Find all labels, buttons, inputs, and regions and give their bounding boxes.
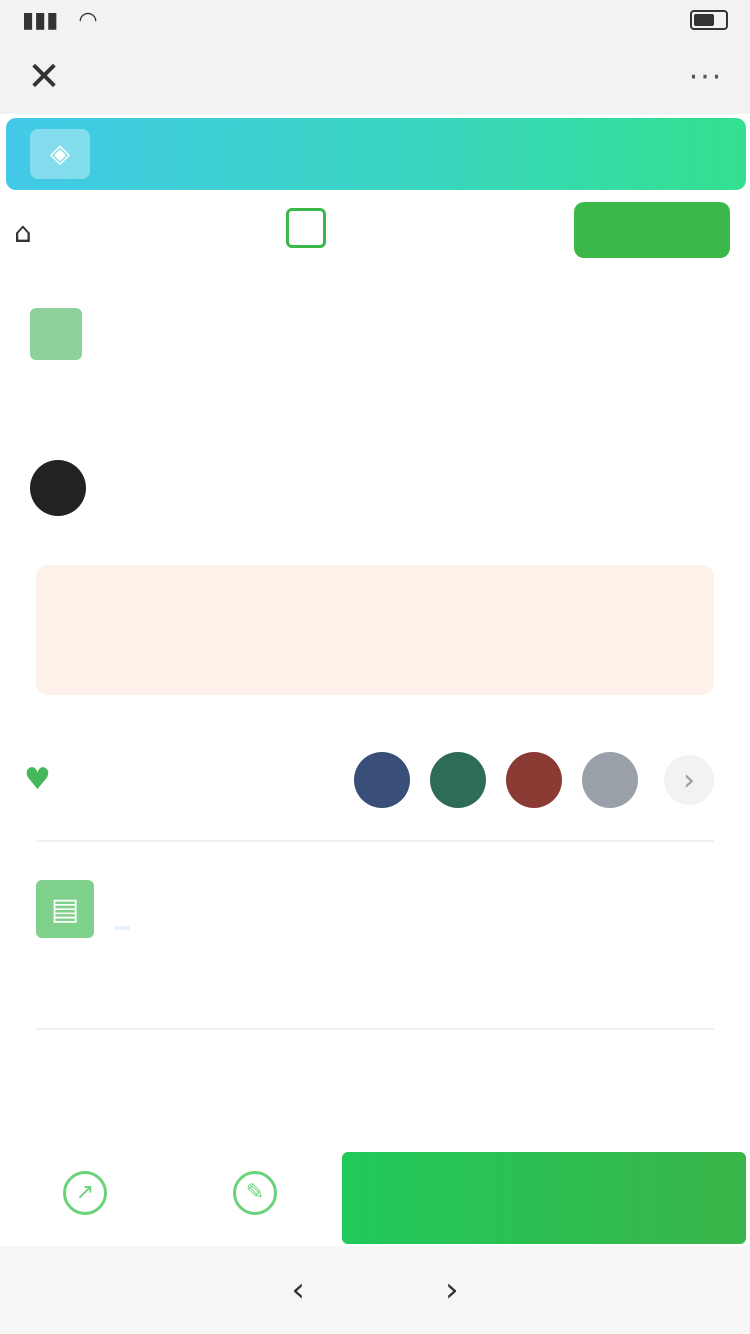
bottom-item-2[interactable]: ✎ [170, 1171, 340, 1225]
divider [36, 840, 714, 842]
home-icon: ⌂ [14, 215, 32, 249]
chevron-right-icon[interactable]: › [664, 755, 714, 805]
avatar[interactable] [430, 752, 486, 808]
project-tags [114, 926, 190, 930]
close-button[interactable]: ✕ [24, 57, 64, 97]
battery-icon [690, 10, 728, 30]
status-badge [114, 926, 130, 930]
project-info[interactable]: ▤ [36, 870, 726, 1000]
site-header: ⌂ [0, 196, 750, 268]
donate-button[interactable] [342, 1152, 746, 1244]
login-button[interactable] [574, 202, 730, 258]
wifi-icon: ◠ [78, 7, 98, 33]
nav-bar: ✕ ··· [0, 40, 750, 114]
site-logo [286, 208, 332, 248]
logo-icon [286, 208, 326, 248]
project-icon: ▤ [36, 880, 94, 938]
signal-icon: ▮▮▮ [22, 7, 59, 33]
promo-banner[interactable]: ◈ [6, 118, 746, 190]
helpers-row[interactable]: ♥ › [24, 740, 724, 820]
title-badge-icon [30, 308, 82, 360]
stats-card [36, 565, 714, 695]
bottom-item-1[interactable]: ↗ [0, 1171, 170, 1225]
tag-icon: ◈ [30, 129, 90, 179]
more-options-button[interactable]: ··· [686, 60, 726, 95]
heart-icon: ♥ [24, 762, 51, 797]
avatar[interactable] [30, 460, 86, 516]
chat-icon: ✎ [233, 1171, 277, 1215]
avatar[interactable] [506, 752, 562, 808]
forward-icon[interactable]: › [445, 1270, 459, 1310]
avatar[interactable] [354, 752, 410, 808]
system-nav-bar: ‹ › [0, 1246, 750, 1334]
divider [36, 1028, 714, 1030]
back-icon[interactable]: ‹ [291, 1270, 305, 1310]
avatar[interactable] [582, 752, 638, 808]
helper-avatars: › [354, 752, 714, 808]
status-bar: ▮▮▮ ◠ [0, 0, 750, 40]
author-row[interactable] [30, 460, 104, 516]
page-title [30, 300, 720, 370]
home-link[interactable]: ⌂ [14, 216, 48, 249]
bottom-action-bar: ↗ ✎ [0, 1150, 750, 1246]
share-icon: ↗ [63, 1171, 107, 1215]
